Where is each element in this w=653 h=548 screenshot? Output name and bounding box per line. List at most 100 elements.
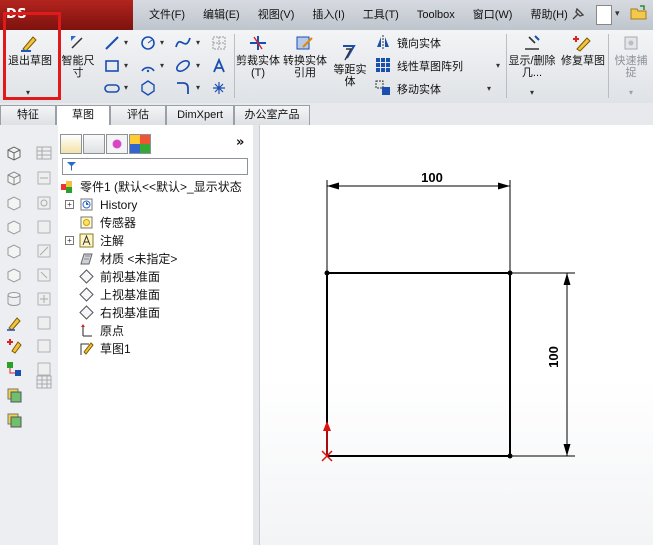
tab-dimxpert[interactable]: DimXpert [166, 105, 234, 125]
feature-tree-tab-icon[interactable] [60, 134, 82, 154]
plane-icon [79, 305, 94, 320]
tab-evaluate[interactable]: 评估 [110, 105, 166, 125]
expand-icon[interactable]: + [65, 236, 74, 245]
ellipse-dropdown-icon[interactable]: ▾ [196, 61, 200, 70]
move-dropdown-icon[interactable]: ▾ [487, 84, 491, 93]
text-icon[interactable] [211, 58, 227, 74]
menu-tools[interactable]: 工具(T) [354, 0, 408, 30]
display-delete-label: 显示/删除几... [508, 55, 556, 79]
layer-icon[interactable] [6, 387, 22, 403]
grey-tool-icon[interactable] [36, 315, 52, 331]
property-manager-tab-icon[interactable] [83, 134, 105, 154]
open-folder-icon[interactable] [630, 5, 648, 21]
height-dimension[interactable]: 100 [512, 272, 575, 457]
title-bar: DS SOLIDWORKS 文件(F) 编辑(E) 视图(V) 插入(I) 工具… [0, 0, 653, 52]
spline-icon[interactable] [175, 35, 191, 51]
new-dropdown-icon[interactable]: ▾ [615, 9, 620, 19]
cube-view-icon[interactable] [6, 267, 22, 283]
smart-dimension-label: 智能尺寸 [61, 55, 95, 79]
menu-toolbox[interactable]: Toolbox [408, 0, 464, 30]
sketch-rectangle[interactable] [326, 272, 511, 457]
menu-view[interactable]: 视图(V) [249, 0, 304, 30]
convert-entities-button[interactable]: 转换实体引用 [282, 33, 328, 79]
expand-icon[interactable]: + [65, 200, 74, 209]
smart-dimension-button[interactable]: 智能尺寸 [58, 33, 98, 79]
quick-snap-dropdown-icon[interactable]: ▾ [629, 88, 633, 97]
grey-tool-icon[interactable] [36, 219, 52, 235]
expand-panel-icon[interactable]: » [236, 135, 244, 150]
display-delete-relations-button[interactable]: 显示/删除几... [508, 33, 556, 79]
appearance-tab-icon[interactable] [129, 134, 151, 154]
grey-tool-icon[interactable] [36, 267, 52, 283]
arc-icon[interactable] [140, 58, 156, 74]
circle-icon[interactable] [140, 35, 156, 51]
mirror-entities-label[interactable]: 镜向实体 [397, 35, 441, 51]
line-icon[interactable] [104, 35, 120, 51]
cylinder-icon[interactable] [6, 291, 22, 307]
mirror-entities-icon[interactable] [375, 34, 391, 50]
linear-pattern-icon[interactable] [375, 57, 391, 73]
exit-sketch-highlight-frame [3, 12, 61, 100]
table-icon[interactable] [36, 145, 52, 161]
sketch-vertex[interactable] [507, 270, 513, 276]
new-document-icon[interactable] [596, 5, 612, 25]
repair-sketch-button[interactable]: 修复草图 [560, 33, 606, 67]
cube-view-icon[interactable] [6, 145, 22, 161]
panel-splitter[interactable] [253, 125, 260, 545]
sketch-pencil-icon[interactable] [6, 315, 22, 331]
tab-office-products[interactable]: 办公室产品 [234, 105, 310, 125]
arc-dropdown-icon[interactable]: ▾ [160, 61, 164, 70]
add-sketch-icon[interactable] [6, 338, 22, 354]
layer-icon[interactable] [6, 412, 22, 428]
fillet-icon[interactable] [175, 80, 191, 96]
width-dimension-value: 100 [421, 170, 443, 185]
trim-entities-button[interactable]: 剪裁实体(T) [236, 33, 280, 79]
offset-entities-button[interactable]: 等距实体 [330, 42, 370, 88]
sketch-vertex[interactable] [324, 270, 330, 276]
circle-dropdown-icon[interactable]: ▾ [160, 38, 164, 47]
cube-view-icon[interactable] [6, 170, 22, 186]
repair-sketch-icon [573, 36, 591, 52]
grey-grid-icon[interactable] [36, 374, 52, 390]
menu-edit[interactable]: 编辑(E) [194, 0, 249, 30]
grey-tool-icon[interactable] [36, 291, 52, 307]
linear-pattern-label[interactable]: 线性草图阵列 [397, 58, 463, 74]
cube-view-icon[interactable] [6, 195, 22, 211]
grey-tool-icon[interactable] [36, 170, 52, 186]
construction-grid-icon[interactable] [211, 35, 227, 51]
secondary-toolbar [30, 125, 59, 545]
point-icon[interactable] [211, 80, 227, 96]
cube-view-icon[interactable] [6, 243, 22, 259]
filter-input[interactable] [62, 158, 248, 175]
pattern-dropdown-icon[interactable]: ▾ [496, 61, 500, 70]
configuration-tab-icon[interactable] [106, 134, 128, 154]
move-entities-icon[interactable] [375, 80, 391, 96]
relations-dropdown-icon[interactable]: ▾ [530, 88, 534, 97]
rectangle-icon[interactable] [104, 58, 120, 74]
menu-help[interactable]: 帮助(H) [521, 0, 576, 30]
tab-features[interactable]: 特征 [0, 105, 56, 125]
grey-tool-icon[interactable] [36, 243, 52, 259]
sketch-vertex[interactable] [507, 453, 513, 459]
spline-dropdown-icon[interactable]: ▾ [196, 38, 200, 47]
slot-icon[interactable] [104, 80, 120, 96]
ellipse-icon[interactable] [175, 58, 191, 74]
grey-tool-icon[interactable] [36, 195, 52, 211]
menu-insert[interactable]: 插入(I) [303, 0, 353, 30]
slot-dropdown-icon[interactable]: ▾ [124, 83, 128, 92]
fillet-dropdown-icon[interactable]: ▾ [196, 83, 200, 92]
width-dimension[interactable]: 100 [326, 170, 511, 271]
cube-view-icon[interactable] [6, 219, 22, 235]
rectangle-dropdown-icon[interactable]: ▾ [124, 61, 128, 70]
grey-tool-icon[interactable] [36, 338, 52, 354]
menu-file[interactable]: 文件(F) [140, 0, 194, 30]
tab-sketch[interactable]: 草图 [56, 105, 110, 126]
move-entities-label[interactable]: 移动实体 [397, 81, 441, 97]
quick-snap-button[interactable]: 快速捕捉 [610, 33, 652, 79]
pin-icon[interactable] [570, 6, 586, 22]
relation-icon[interactable] [6, 361, 22, 377]
polygon-icon[interactable] [140, 80, 156, 96]
graphics-area[interactable]: 100 100 [260, 125, 653, 545]
menu-window[interactable]: 窗口(W) [464, 0, 522, 30]
line-dropdown-icon[interactable]: ▾ [124, 38, 128, 47]
